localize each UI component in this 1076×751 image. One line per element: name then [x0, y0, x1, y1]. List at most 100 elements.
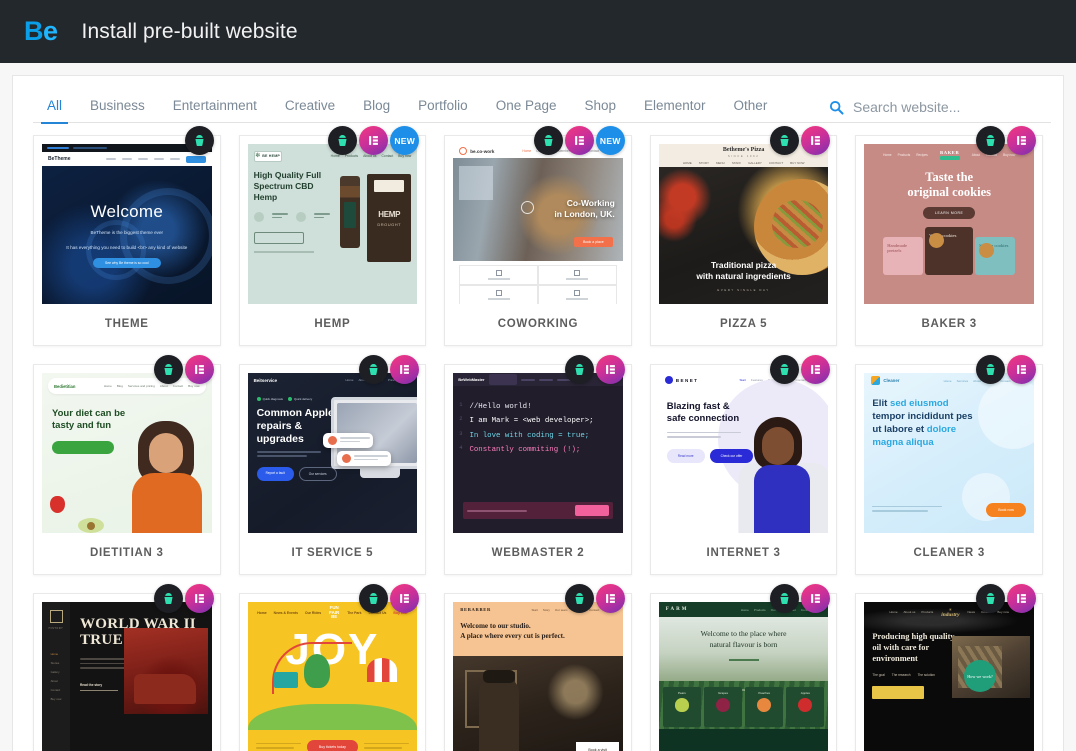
elementor-icon[interactable]	[1007, 126, 1036, 155]
website-card-industry-2[interactable]: HomeAbout usProducts ✳industry NewsConta…	[855, 584, 1043, 751]
elementor-icon[interactable]	[359, 126, 389, 155]
caption-line-1: Traditional pizza	[711, 260, 777, 271]
card-title: THEME	[104, 318, 149, 330]
muffin-builder-icon[interactable]	[770, 355, 800, 384]
preview-caption: Traditional pizza with natural ingredien…	[659, 260, 829, 282]
website-card-cleaner-3[interactable]: Cleaner HomeServicesAboutPricingContactB…	[855, 355, 1043, 575]
hero-line-1: Welcome to our studio.	[460, 622, 531, 630]
elementor-icon[interactable]	[564, 126, 594, 155]
muffin-builder-icon[interactable]	[770, 584, 800, 613]
muffin-builder-icon[interactable]	[153, 355, 183, 384]
how-we-work-circle: How we work?	[964, 660, 996, 692]
elementor-icon[interactable]	[1007, 355, 1036, 384]
muffin-builder-icon[interactable]	[184, 126, 214, 155]
preview-note	[253, 250, 314, 253]
muffin-builder-icon[interactable]	[153, 584, 183, 613]
tab-all[interactable]: All	[33, 98, 76, 124]
tab-shop[interactable]: Shop	[570, 98, 630, 124]
line-number: 4	[459, 445, 463, 452]
elementor-icon[interactable]	[390, 355, 420, 384]
hero-line-2: original cookies	[907, 184, 992, 199]
tab-other[interactable]: Other	[720, 98, 782, 124]
elementor-icon[interactable]	[595, 355, 625, 384]
preview-brand: ✳ industry	[941, 606, 960, 618]
tab-elementor[interactable]: Elementor	[630, 98, 720, 124]
card-thumbnail: BeWebMaster Buy 1//Hello world! 2I am Ma…	[453, 373, 623, 533]
preview-it-service: Beitservice HomeAboutServicesPriceBuy no…	[247, 373, 418, 533]
muffin-builder-icon[interactable]	[359, 355, 389, 384]
chat-note-2	[337, 451, 392, 466]
muffin-builder-icon[interactable]	[770, 126, 800, 155]
cbd-bottle	[339, 176, 360, 248]
elementor-icon[interactable]	[595, 584, 625, 613]
website-card-dietitian-3[interactable]: Bedietitian Home Blog Services and pricing…	[33, 355, 221, 575]
elementor-icon[interactable]	[184, 355, 214, 384]
tab-portfolio[interactable]: Portfolio	[404, 98, 482, 124]
tab-entertainment[interactable]: Entertainment	[159, 98, 271, 124]
search-box[interactable]	[829, 99, 1051, 123]
website-card-internet-3[interactable]: BENET StartFeaturesOur offerFAQContactBu…	[649, 355, 838, 575]
preview-brand: FUN FAIR BE	[329, 605, 339, 620]
logo-mark	[459, 147, 468, 155]
tile-3	[459, 285, 538, 304]
muffin-builder-icon[interactable]	[976, 355, 1005, 384]
elementor-icon[interactable]	[801, 355, 831, 384]
tree-shape	[303, 654, 330, 688]
elementor-icon[interactable]	[184, 584, 214, 613]
website-card-history[interactable]: HISTORY Home Stories Gallery About Conta…	[33, 584, 221, 751]
muffin-builder-icon[interactable]	[564, 584, 594, 613]
card-thumbnail: ✻ BE HEMP Home Products About us Contact Buy …	[247, 144, 418, 304]
website-card-coworking[interactable]: NEW be.co-work HomeCommunityMember Benef…	[444, 126, 632, 346]
preview-photo: Co-Working in London, UK. Book a place	[453, 158, 623, 261]
card-badges	[976, 126, 1036, 155]
tab-business[interactable]: Business	[76, 98, 159, 124]
code-line-3: 3 In love with coding = true;	[459, 429, 617, 443]
muffin-builder-icon[interactable]	[533, 126, 563, 155]
website-card-it-service-5[interactable]: Beitservice HomeAboutServicesPriceBuy no…	[238, 355, 427, 575]
preview-cta	[253, 231, 304, 244]
preview-brand: BEBARBER	[460, 607, 492, 612]
preview-tiles	[453, 261, 623, 304]
preview-brand: be.co-work	[470, 148, 495, 154]
website-card-theme[interactable]: BeTheme Welcome BeTheme is the biggest t…	[33, 126, 221, 346]
card-title: IT SERVICE 5	[291, 547, 374, 559]
website-card-pizza-5[interactable]: Betheme's Pizza SINCE 1992 HOME STORY MENU…	[649, 126, 838, 346]
tab-one-page[interactable]: One Page	[482, 98, 571, 124]
website-card-webmaster-2[interactable]: BeWebMaster Buy 1//Hello world! 2I am Ma…	[444, 355, 632, 575]
product-card-apples: Apples	[786, 687, 825, 727]
website-card-barber-4[interactable]: BEBARBER StartStoryOur teamServicesConta…	[444, 584, 632, 751]
pack-2: Wheat cookies	[925, 226, 974, 275]
hero-part-5: dolore	[926, 423, 957, 435]
website-card-baker-3[interactable]: Home Products Recipes BAKER About Contact Bu…	[855, 126, 1043, 346]
tab-creative[interactable]: Creative	[271, 98, 349, 124]
muffin-builder-icon[interactable]	[976, 126, 1005, 155]
elementor-icon[interactable]	[801, 584, 831, 613]
barber-shape	[479, 678, 520, 751]
menu-item: Our Rides	[304, 611, 322, 615]
preview-hero-sub-2: It has everything you need to build <br>…	[66, 244, 188, 250]
muffin-builder-icon[interactable]	[359, 584, 389, 613]
website-card-farm-2[interactable]: FARM HomeProductsOur storyAboutContactBu…	[649, 584, 838, 751]
box-tag	[374, 180, 405, 192]
preview-caption-sub: EVERY SINGLE DAY	[717, 288, 770, 292]
muffin-builder-icon[interactable]	[564, 355, 594, 384]
avocado-shape	[78, 518, 104, 533]
elementor-icon[interactable]	[801, 126, 831, 155]
elementor-icon[interactable]	[1007, 584, 1036, 613]
website-card-hemp[interactable]: NEW ✻ BE HEMP Home Products About us Contact…	[238, 126, 427, 346]
muffin-builder-icon[interactable]	[328, 126, 358, 155]
hero-line-1: Welcome to the place where	[700, 629, 787, 638]
preview-brand: BAKER	[937, 147, 963, 164]
preview-body: High Quality Full Spectrum CBD Hemp HEMP…	[253, 162, 412, 262]
muffin-builder-icon[interactable]	[976, 584, 1005, 613]
website-card-funfair[interactable]: Home News & Events Our Rides FUN FAIR BE…	[238, 584, 427, 751]
menu-item: Buy now	[50, 697, 62, 701]
tab-blog[interactable]: Blog	[349, 98, 404, 124]
preview-sky: Welcome to the place where natural flavo…	[658, 617, 829, 681]
preview-photo	[453, 656, 623, 751]
tile-4	[537, 285, 617, 304]
preview-cta: Book a place	[574, 237, 613, 247]
search-input[interactable]	[853, 99, 1051, 115]
elementor-icon[interactable]	[390, 584, 420, 613]
top-shape	[754, 465, 811, 533]
